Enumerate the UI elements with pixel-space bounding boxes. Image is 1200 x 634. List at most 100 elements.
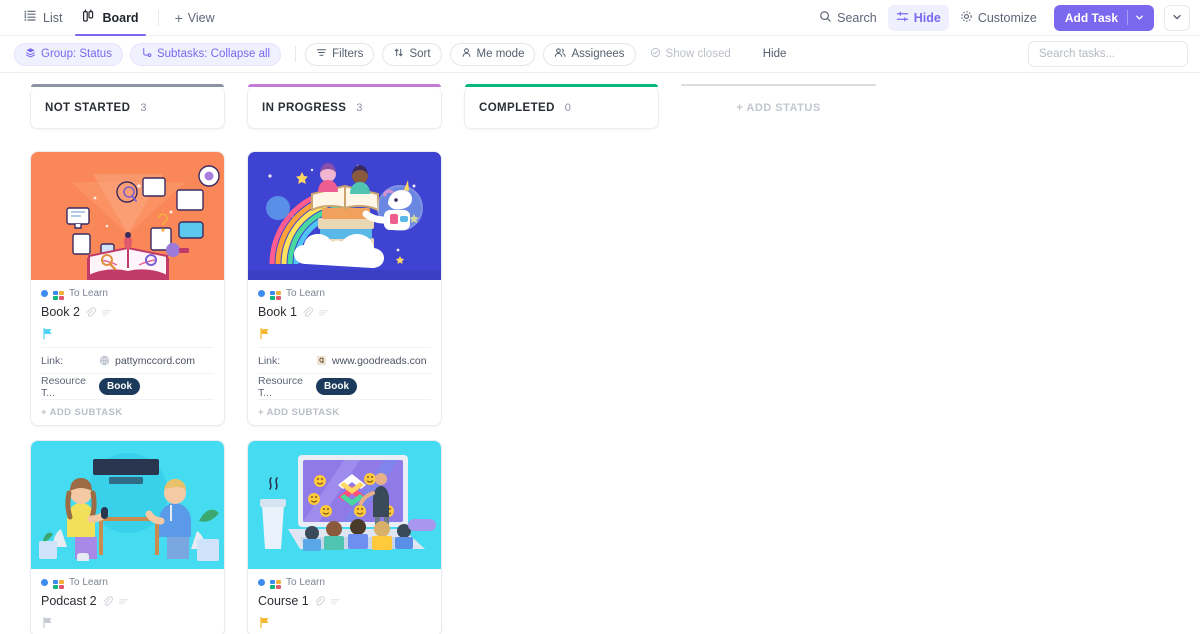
- column-header[interactable]: Completed 0: [464, 84, 659, 129]
- person-icon: [461, 47, 472, 61]
- board-icon: [82, 9, 96, 26]
- list-color-icon: [53, 288, 64, 300]
- field-label: Resource T...: [258, 374, 303, 399]
- assignees-button[interactable]: Assignees: [543, 42, 636, 66]
- task-card[interactable]: To Learn Podcast 2: [30, 440, 225, 634]
- customize-button[interactable]: Customize: [952, 5, 1045, 31]
- tab-board[interactable]: Board: [73, 0, 147, 36]
- priority-flag-icon: [41, 616, 54, 634]
- card-cover-image: [248, 152, 441, 280]
- card-field-link[interactable]: Link: www.goodreads.con: [258, 347, 431, 373]
- status-dot-icon: [258, 579, 265, 586]
- tab-list[interactable]: List: [14, 0, 71, 36]
- board-column-not-started: Not Started 3: [30, 84, 225, 634]
- attachment-icon: [314, 595, 325, 607]
- attachment-icon: [85, 306, 96, 318]
- search-button-label: Search: [837, 10, 877, 25]
- card-body: To Learn Podcast 2: [31, 569, 224, 634]
- task-card[interactable]: To Learn Book 1 Link: www.goodreads.con …: [247, 151, 442, 426]
- status-dot-icon: [258, 290, 265, 297]
- field-label: Resource T...: [41, 374, 86, 399]
- add-task-button[interactable]: Add Task: [1053, 4, 1154, 31]
- card-cover-image: [248, 441, 441, 569]
- add-subtask-label: + Add Subtask: [258, 407, 340, 418]
- card-field-resource-type[interactable]: Resource T... Book: [258, 373, 431, 399]
- topbar-actions: Search Hide Customize Add Task: [811, 4, 1190, 31]
- list-icon: [23, 9, 37, 26]
- sort-icon: [393, 47, 404, 61]
- add-status-header[interactable]: + Add Status: [681, 84, 876, 129]
- filter-icon: [316, 47, 327, 61]
- card-priority-row[interactable]: [258, 612, 431, 634]
- add-subtask-button[interactable]: + Add Subtask: [258, 399, 431, 425]
- add-subtask-button[interactable]: + Add Subtask: [41, 399, 214, 425]
- subtasks-icon: [141, 47, 152, 61]
- subtasks-pill[interactable]: Subtasks: Collapse all: [129, 42, 282, 66]
- sliders-icon: [896, 10, 909, 26]
- filter-divider: [295, 46, 297, 62]
- view-tabs: List Board + View: [14, 0, 221, 36]
- field-value: Book: [99, 377, 140, 396]
- column-count: 3: [140, 101, 147, 114]
- card-body: To Learn Book 1: [248, 280, 441, 347]
- column-count: 0: [564, 101, 571, 114]
- more-options-button[interactable]: [1164, 4, 1190, 31]
- description-icon: [318, 307, 329, 318]
- hide-button[interactable]: Hide: [887, 4, 949, 31]
- column-header[interactable]: Not Started 3: [30, 84, 225, 129]
- description-icon: [330, 596, 341, 607]
- tab-list-label: List: [43, 10, 63, 25]
- filterbar-hide-button[interactable]: Hide: [753, 43, 797, 66]
- priority-flag-icon: [258, 616, 271, 634]
- card-title: Book 1: [258, 305, 297, 319]
- field-link-text: pattymccord.com: [115, 354, 195, 367]
- plus-icon: +: [174, 9, 183, 26]
- attachment-icon: [302, 306, 313, 318]
- filters-button[interactable]: Filters: [305, 42, 375, 66]
- search-tasks-box[interactable]: [1028, 41, 1188, 67]
- add-view-button[interactable]: + View: [169, 11, 221, 25]
- card-body: To Learn Course 1: [248, 569, 441, 634]
- search-button[interactable]: Search: [811, 5, 885, 31]
- chevron-down-icon[interactable]: [1135, 13, 1150, 22]
- check-circle-icon: [650, 47, 661, 61]
- list-color-icon: [270, 577, 281, 589]
- card-field-resource-type[interactable]: Resource T... Book: [41, 373, 214, 399]
- customize-button-label: Customize: [977, 10, 1037, 25]
- board-column-completed: Completed 0: [464, 84, 659, 634]
- column-title: Not Started: [45, 101, 131, 114]
- add-view-label: View: [187, 10, 215, 25]
- show-closed-button[interactable]: Show closed: [640, 43, 741, 66]
- subtasks-label: Subtasks: Collapse all: [156, 48, 271, 60]
- search-icon: [819, 10, 832, 26]
- filters-label: Filters: [332, 48, 364, 60]
- add-task-divider: [1127, 10, 1128, 25]
- card-priority-row[interactable]: [258, 323, 431, 347]
- task-card[interactable]: To Learn Course 1: [247, 440, 442, 634]
- card-priority-row[interactable]: [41, 612, 214, 634]
- board-columns: Not Started 3: [0, 73, 1200, 634]
- column-title: Completed: [479, 101, 555, 114]
- card-list-name: To Learn: [69, 288, 108, 299]
- card-list-row: To Learn: [258, 577, 431, 589]
- status-dot-icon: [41, 290, 48, 297]
- group-status-label: Group: Status: [41, 48, 112, 60]
- column-cards: To Learn Book 2 Link: pattymccord.com Re…: [30, 151, 225, 634]
- search-input[interactable]: [1039, 48, 1177, 60]
- sort-button[interactable]: Sort: [382, 42, 442, 66]
- field-label: Link:: [41, 354, 64, 367]
- tab-board-label: Board: [102, 10, 139, 25]
- me-mode-button[interactable]: Me mode: [449, 42, 536, 66]
- task-card[interactable]: To Learn Book 2 Link: pattymccord.com Re…: [30, 151, 225, 426]
- group-status-pill[interactable]: Group: Status: [14, 42, 123, 66]
- filter-bar: Group: Status Subtasks: Collapse all Fil…: [0, 36, 1200, 73]
- card-list-row: To Learn: [41, 577, 214, 589]
- column-header[interactable]: In Progress 3: [247, 84, 442, 129]
- card-field-link[interactable]: Link: pattymccord.com: [41, 347, 214, 373]
- assignees-label: Assignees: [571, 48, 625, 60]
- add-status-label: + Add Status: [736, 102, 821, 114]
- field-link-text: www.goodreads.con: [332, 354, 427, 367]
- card-list-name: To Learn: [69, 577, 108, 588]
- card-priority-row[interactable]: [41, 323, 214, 347]
- description-icon: [101, 307, 112, 318]
